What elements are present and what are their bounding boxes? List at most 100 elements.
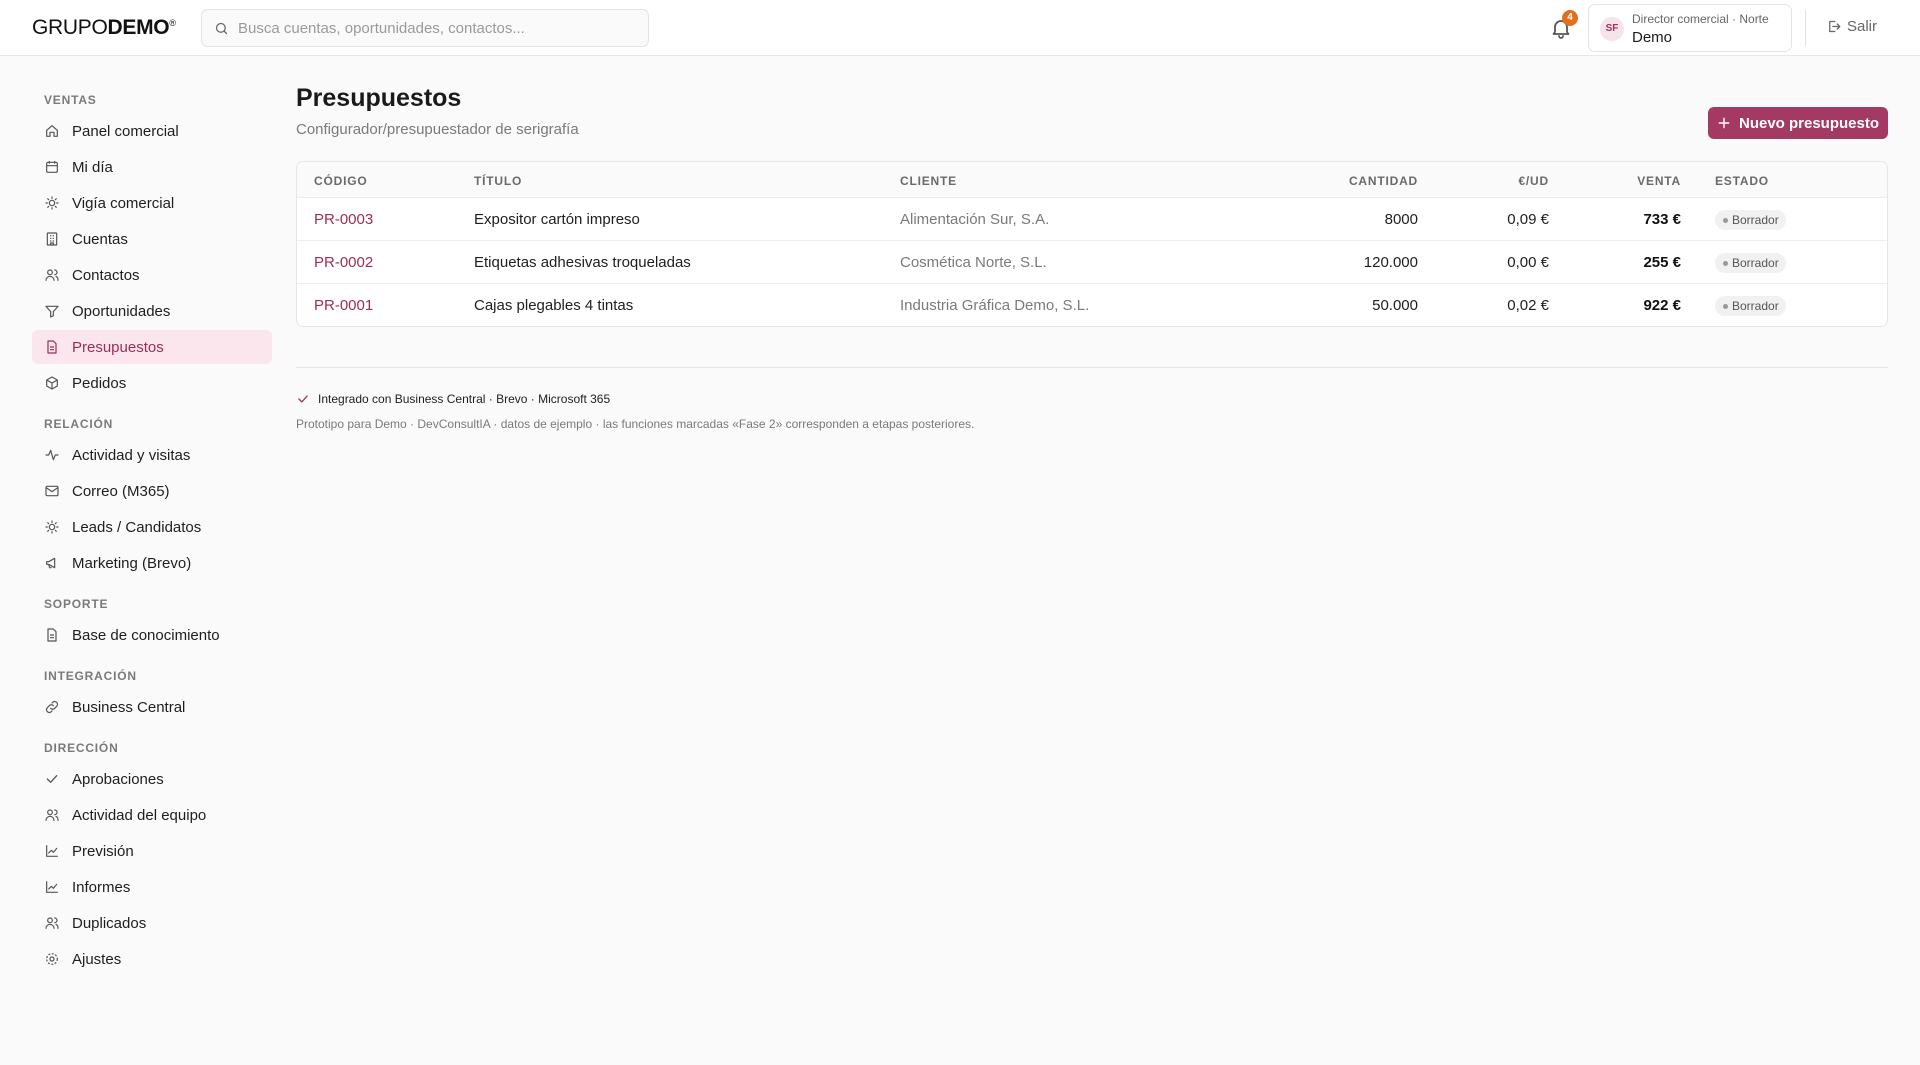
quote-unit-price: 0,02 € xyxy=(1507,297,1549,314)
link-icon xyxy=(45,700,59,714)
sidebar-item-aprobaciones[interactable]: Aprobaciones xyxy=(32,762,272,796)
search-box[interactable] xyxy=(201,9,649,47)
sidebar-item-ajustes[interactable]: Ajustes xyxy=(32,942,272,976)
sidebar-item-mi-dia[interactable]: Mi día xyxy=(32,150,272,184)
column-header-sale[interactable]: VENTA xyxy=(1637,174,1681,188)
section-title-ventas: VENTAS xyxy=(44,93,97,107)
page-title: Presupuestos xyxy=(296,84,462,112)
status-badge: Borrador xyxy=(1715,253,1786,273)
logo[interactable]: GRUPODEMO® xyxy=(32,16,176,40)
status-dot xyxy=(1723,260,1728,266)
quote-quantity: 50.000 xyxy=(1372,297,1418,314)
section-title-relacion: RELACIÓN xyxy=(44,417,114,431)
section-title-direccion: DIRECCIÓN xyxy=(44,741,119,755)
quote-client: Cosmética Norte, S.L. xyxy=(900,254,1047,271)
sidebar-item-prevision[interactable]: Previsión xyxy=(32,834,272,868)
sidebar-item-correo[interactable]: Correo (M365) xyxy=(32,474,272,508)
column-header-unit-price[interactable]: €/UD xyxy=(1518,174,1549,188)
avatar: SF xyxy=(1600,17,1624,41)
table-header: CÓDIGO TÍTULO CLIENTE CANTIDAD €/UD VENT… xyxy=(297,162,1887,198)
sidebar-item-oportunidades[interactable]: Oportunidades xyxy=(32,294,272,328)
integration-note: Integrado con Business Central · Brevo ·… xyxy=(296,392,610,406)
sidebar-item-actividad-visitas[interactable]: Actividad y visitas xyxy=(32,438,272,472)
box-icon xyxy=(46,376,58,390)
users-icon xyxy=(45,269,59,281)
home-icon xyxy=(46,125,58,137)
radar-icon xyxy=(45,196,59,210)
sidebar-item-presupuestos[interactable]: Presupuestos xyxy=(32,330,272,364)
quote-quantity: 120.000 xyxy=(1363,254,1418,271)
quote-client: Industria Gráfica Demo, S.L. xyxy=(900,297,1090,314)
user-menu[interactable]: SF Director comercial · Norte Demo xyxy=(1588,4,1792,52)
column-header-code[interactable]: CÓDIGO xyxy=(314,174,367,188)
quote-quantity: 8000 xyxy=(1384,211,1418,228)
sidebar-item-informes[interactable]: Informes xyxy=(32,870,272,904)
activity-icon xyxy=(45,449,59,461)
footer-divider xyxy=(296,367,1888,368)
document-icon xyxy=(47,340,57,354)
search-icon xyxy=(215,22,228,34)
quote-unit-price: 0,00 € xyxy=(1507,254,1549,271)
status-dot xyxy=(1723,303,1728,309)
sidebar-item-cuentas[interactable]: Cuentas xyxy=(32,222,272,256)
column-header-quantity[interactable]: CANTIDAD xyxy=(1349,174,1418,188)
sidebar-item-business-central[interactable]: Business Central xyxy=(32,690,272,724)
gear-icon xyxy=(46,953,58,965)
quote-sale: 255 € xyxy=(1643,254,1681,271)
quote-code-link[interactable]: PR-0002 xyxy=(314,254,373,271)
users-icon xyxy=(45,809,59,821)
quote-sale: 922 € xyxy=(1643,297,1681,314)
column-header-title[interactable]: TÍTULO xyxy=(474,174,522,188)
prototype-note: Prototipo para Demo · DevConsultIA · dat… xyxy=(296,417,975,431)
table-row[interactable]: PR-0002 Etiquetas adhesivas troqueladas … xyxy=(297,241,1887,284)
status-badge: Borrador xyxy=(1715,210,1786,230)
section-title-soporte: SOPORTE xyxy=(44,597,109,611)
column-header-client[interactable]: CLIENTE xyxy=(900,174,957,188)
filter-icon xyxy=(45,305,59,318)
sidebar-item-actividad-equipo[interactable]: Actividad del equipo xyxy=(32,798,272,832)
plus-icon xyxy=(1718,117,1730,129)
sidebar-item-contactos[interactable]: Contactos xyxy=(32,258,272,292)
mail-icon xyxy=(45,485,59,497)
header-divider xyxy=(1805,10,1806,46)
user-name: Demo xyxy=(1632,29,1673,46)
status-badge: Borrador xyxy=(1715,296,1786,316)
logout-button[interactable]: Salir xyxy=(1826,18,1877,35)
page-subtitle: Configurador/presupuestador de serigrafí… xyxy=(296,121,579,138)
building-icon xyxy=(46,232,58,246)
table-row[interactable]: PR-0001 Cajas plegables 4 tintas Industr… xyxy=(297,284,1887,326)
column-header-status[interactable]: ESTADO xyxy=(1715,174,1769,188)
sidebar-item-leads[interactable]: Leads / Candidatos xyxy=(32,510,272,544)
quote-unit-price: 0,09 € xyxy=(1507,211,1549,228)
new-quote-button[interactable]: Nuevo presupuesto xyxy=(1708,107,1888,139)
quote-title: Expositor cartón impreso xyxy=(474,211,640,228)
sidebar-item-marketing[interactable]: Marketing (Brevo) xyxy=(32,546,272,580)
calendar-icon xyxy=(46,161,58,173)
sidebar-item-pedidos[interactable]: Pedidos xyxy=(32,366,272,400)
search-input[interactable] xyxy=(238,19,638,37)
sidebar-item-base-conocimiento[interactable]: Base de conocimiento xyxy=(32,618,272,652)
top-bar: GRUPODEMO® 4 SF Director comercial · Nor… xyxy=(0,0,1920,56)
document-icon xyxy=(47,628,57,642)
sidebar-item-vigia-comercial[interactable]: Vigía comercial xyxy=(32,186,272,220)
quote-code-link[interactable]: PR-0001 xyxy=(314,297,373,314)
chart-icon xyxy=(46,881,58,893)
quotes-table: CÓDIGO TÍTULO CLIENTE CANTIDAD €/UD VENT… xyxy=(296,161,1888,327)
notification-badge: 4 xyxy=(1562,10,1578,26)
check-icon xyxy=(46,775,58,783)
users-icon xyxy=(45,917,59,929)
check-icon xyxy=(298,395,308,403)
megaphone-icon xyxy=(46,557,56,569)
sidebar-item-duplicados[interactable]: Duplicados xyxy=(32,906,272,940)
sidebar-item-panel-comercial[interactable]: Panel comercial xyxy=(32,114,272,148)
logout-icon xyxy=(1829,20,1841,33)
user-role: Director comercial · Norte xyxy=(1632,12,1769,26)
chart-icon xyxy=(46,845,58,857)
status-dot xyxy=(1723,217,1728,223)
lightbulb-icon xyxy=(45,520,59,534)
table-row[interactable]: PR-0003 Expositor cartón impreso Aliment… xyxy=(297,198,1887,241)
quote-code-link[interactable]: PR-0003 xyxy=(314,211,373,228)
quote-title: Etiquetas adhesivas troqueladas xyxy=(474,254,691,271)
quote-sale: 733 € xyxy=(1643,211,1681,228)
quote-client: Alimentación Sur, S.A. xyxy=(900,211,1050,228)
